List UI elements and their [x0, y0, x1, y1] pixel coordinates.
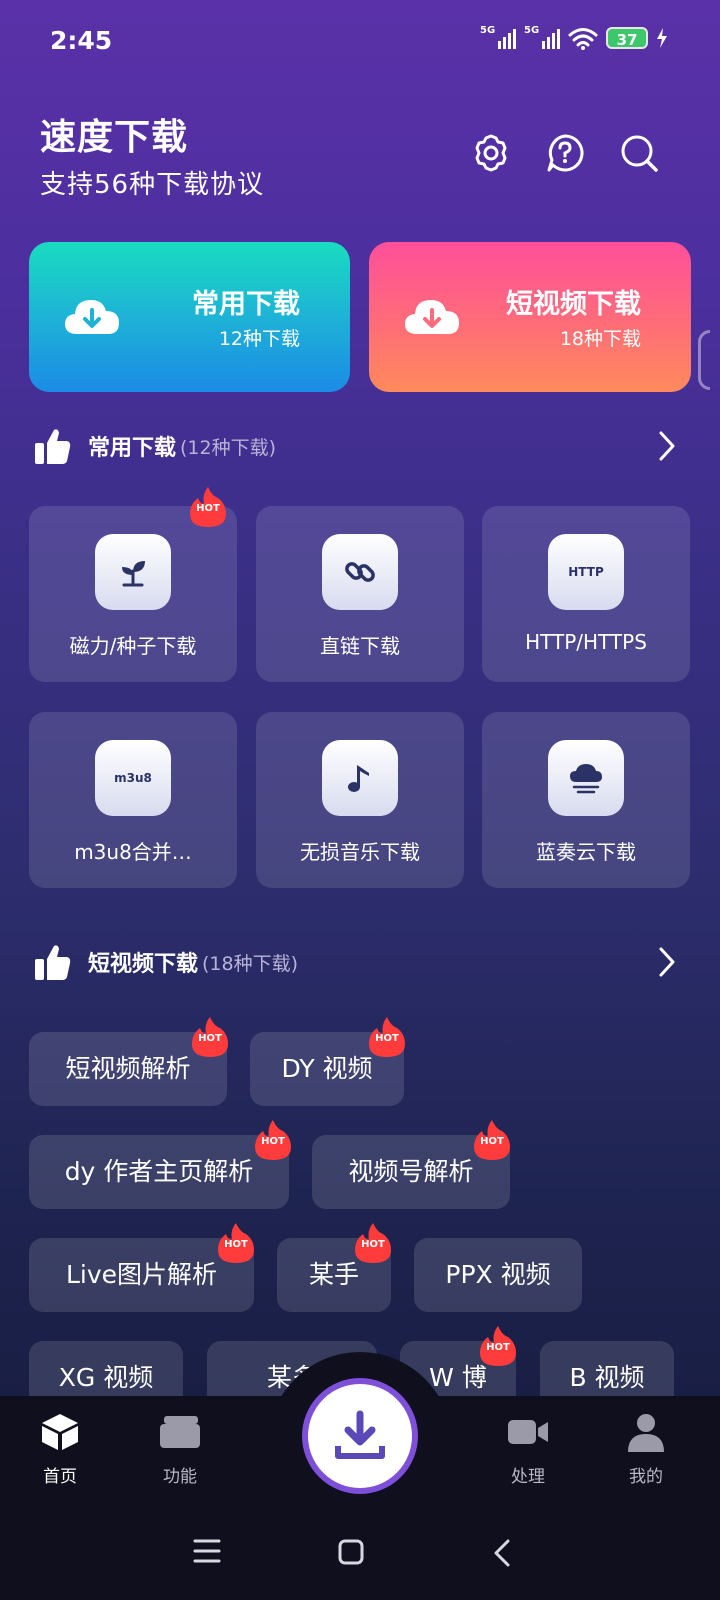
search-icon[interactable] [618, 132, 660, 174]
tile-label: 直链下载 [320, 634, 400, 658]
short-video-download-card[interactable]: 短视频下载 18种下载 [369, 242, 691, 392]
person-icon [628, 1414, 664, 1452]
hot-badge: HOT [216, 1222, 256, 1264]
nav-label: 处理 [511, 1467, 545, 1487]
hot-badge: HOT [253, 1119, 293, 1161]
hot-badge-label: HOT [224, 1239, 248, 1250]
tile-lanzou-cloud[interactable]: 蓝奏云下载 [482, 712, 690, 888]
chevron-right-icon[interactable] [658, 946, 676, 978]
signal-icon: 5G [480, 25, 516, 49]
download-icon [335, 1410, 385, 1459]
section-header-short-video[interactable]: 短视频下载 (18种下载) [34, 940, 690, 984]
tile-http[interactable]: HTTP HTTP/HTTPS [482, 506, 690, 682]
hot-badge-label: HOT [261, 1136, 285, 1147]
chip-ppx-video[interactable]: PPX 视频 [414, 1238, 582, 1312]
nav-label: 我的 [629, 1467, 663, 1487]
status-icons: 5G 5G 37 [480, 25, 668, 50]
tile-label: 磁力/种子下载 [69, 634, 197, 658]
signal-icon: 5G [524, 25, 560, 49]
cloud-download-icon [65, 300, 119, 334]
hot-badge: HOT [188, 486, 228, 528]
icon-text: m3u8 [114, 771, 152, 785]
back-icon[interactable] [492, 1538, 512, 1568]
tile-m3u8[interactable]: m3u8 m3u8合并… [29, 712, 237, 888]
side-drawer-handle[interactable] [698, 330, 710, 390]
tile-lossless-music[interactable]: 无损音乐下载 [256, 712, 464, 888]
app-title: 速度下载 [40, 117, 189, 158]
nav-label: 功能 [163, 1467, 197, 1487]
help-icon[interactable] [544, 132, 586, 174]
cards-icon [160, 1416, 200, 1448]
download-fab-button[interactable] [302, 1378, 418, 1494]
wifi-icon [568, 28, 598, 50]
icon-text: HTTP [568, 565, 604, 579]
charging-icon [657, 28, 667, 48]
hot-badge-label: HOT [486, 1342, 510, 1353]
nav-home[interactable]: 首页 [20, 1412, 100, 1487]
status-time: 2:45 [50, 26, 113, 55]
card-count: 18种下载 [559, 328, 641, 350]
tile-label: m3u8合并… [74, 840, 192, 864]
status-bar: 2:45 5G 5G 37 [0, 0, 720, 86]
card-title: 常用下载 [192, 289, 300, 320]
tile-direct-link[interactable]: 直链下载 [256, 506, 464, 682]
battery-indicator: 37 [606, 27, 648, 49]
hot-badge: HOT [478, 1325, 518, 1367]
nav-features[interactable]: 功能 [140, 1412, 220, 1487]
cloud-download-icon [405, 300, 459, 334]
card-title: 短视频下载 [506, 289, 641, 320]
cloud-icon [548, 740, 624, 816]
hot-badge: HOT [472, 1119, 512, 1161]
m3u8-icon: m3u8 [95, 740, 171, 816]
home-cube-icon [42, 1414, 78, 1450]
hot-badge: HOT [367, 1016, 407, 1058]
video-camera-icon [508, 1420, 548, 1444]
nav-me[interactable]: 我的 [606, 1412, 686, 1487]
music-note-icon [322, 740, 398, 816]
link-icon [322, 534, 398, 610]
hot-badge-label: HOT [196, 503, 220, 514]
card-count: 12种下载 [218, 328, 300, 350]
section-header-common[interactable]: 常用下载 (12种下载) [34, 424, 690, 468]
settings-gear-icon[interactable] [470, 132, 512, 174]
tile-label: HTTP/HTTPS [525, 630, 647, 654]
hot-badge-label: HOT [198, 1033, 222, 1044]
thumbs-up-icon [35, 945, 71, 980]
network-type-label: 5G [524, 25, 540, 36]
nav-process[interactable]: 处理 [488, 1412, 568, 1487]
hot-badge-label: HOT [375, 1033, 399, 1044]
section-title: 短视频下载 [88, 952, 199, 977]
tile-label: 蓝奏云下载 [536, 840, 636, 864]
section-count: (18种下载) [202, 952, 299, 975]
home-square-icon[interactable] [337, 1538, 365, 1566]
app-subtitle: 支持56种下载协议 [40, 170, 265, 200]
network-type-label: 5G [480, 25, 496, 36]
chip-dy-author-parse[interactable]: dy 作者主页解析 [29, 1135, 289, 1209]
nav-label: 首页 [43, 1467, 77, 1487]
hot-badge: HOT [190, 1016, 230, 1058]
hot-badge-label: HOT [480, 1136, 504, 1147]
http-icon: HTTP [548, 534, 624, 610]
system-nav-bar [0, 1502, 720, 1600]
section-title: 常用下载 [88, 436, 177, 461]
tile-magnet-torrent[interactable]: 磁力/种子下载 [29, 506, 237, 682]
menu-icon[interactable] [192, 1538, 222, 1564]
common-download-card[interactable]: 常用下载 12种下载 [29, 242, 350, 392]
section-count: (12种下载) [180, 436, 277, 459]
chevron-right-icon[interactable] [658, 430, 676, 462]
hot-badge: HOT [353, 1222, 393, 1264]
hot-badge-label: HOT [361, 1239, 385, 1250]
sprout-icon [95, 534, 171, 610]
thumbs-up-icon [35, 429, 71, 464]
tile-label: 无损音乐下载 [300, 840, 420, 864]
